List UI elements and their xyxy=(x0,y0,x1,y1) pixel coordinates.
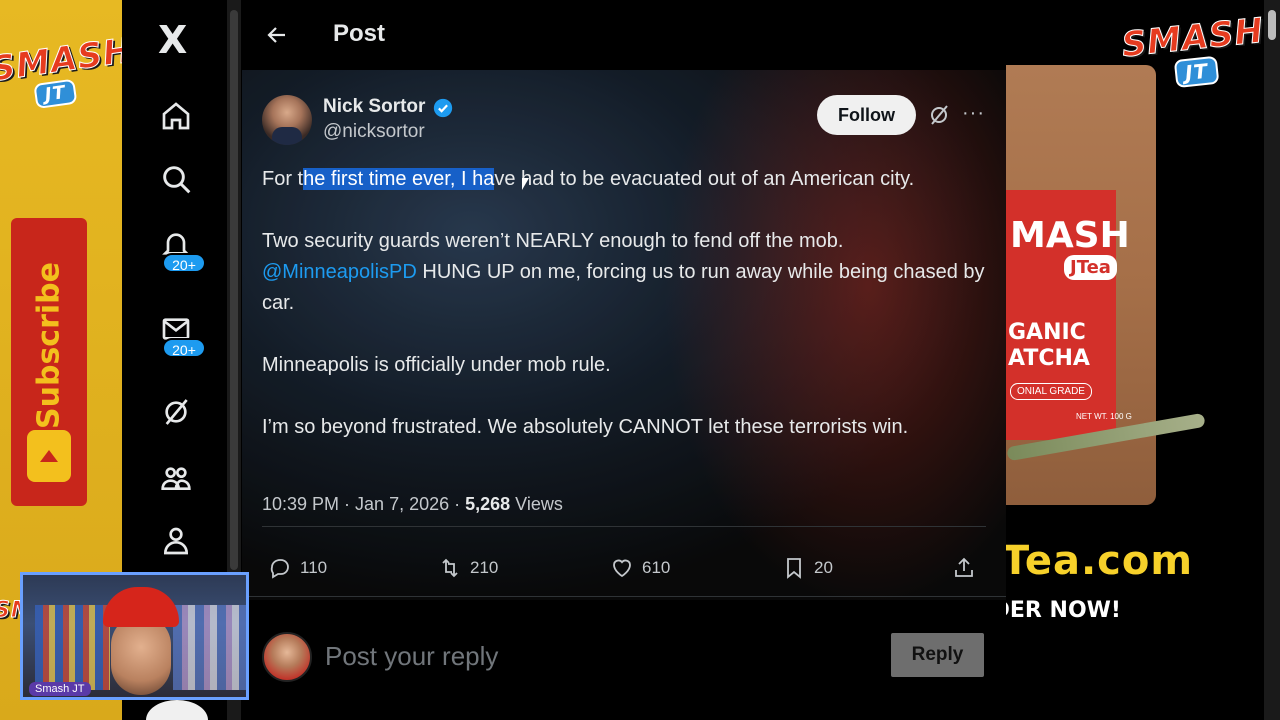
text-selection: he first time ever, I ha xyxy=(303,168,495,190)
repost-icon xyxy=(442,558,458,578)
verified-badge-icon xyxy=(433,98,453,118)
user-avatar[interactable] xyxy=(262,632,312,682)
ad-url: JTea.com xyxy=(1006,538,1194,584)
grok-icon[interactable] xyxy=(927,103,951,127)
arrow-left-icon xyxy=(267,27,285,43)
streamer-name-tag: Smash JT xyxy=(29,682,91,696)
notifications-badge: 20+ xyxy=(162,253,206,273)
tweet-card: Nick Sortor @nicksortor Follow ··· For t… xyxy=(242,78,1006,598)
webcam-background xyxy=(35,605,110,690)
tweet-paragraph: For the first time ever, I have had to b… xyxy=(262,168,915,190)
page-title: Post xyxy=(333,20,386,47)
author-avatar[interactable] xyxy=(262,95,312,145)
smash-jt-logo: SMASH JT xyxy=(0,30,122,114)
tweet-text: For the first time ever, I have had to b… xyxy=(262,164,992,474)
x-logo[interactable]: X xyxy=(158,18,187,62)
follow-button[interactable]: Follow xyxy=(817,95,916,135)
author-name[interactable]: Nick Sortor xyxy=(323,96,425,118)
streamer-hat xyxy=(103,587,179,627)
page-header: Post xyxy=(242,0,1006,70)
tweet-paragraph: I’m so beyond frustrated. We absolutely … xyxy=(262,416,909,438)
back-button[interactable] xyxy=(260,18,294,52)
main-column: Post Nick Sortor @nicksortor Follow ··· … xyxy=(242,0,1006,720)
repost-action[interactable]: 210 xyxy=(438,556,498,580)
like-action[interactable]: 610 xyxy=(610,556,670,580)
reply-action[interactable]: 110 xyxy=(268,556,327,580)
tweet-paragraph: Minneapolis is officially under mob rule… xyxy=(262,354,611,376)
mention-link[interactable]: @MinneapolisPD xyxy=(262,261,417,283)
nav-scrollbar-thumb[interactable] xyxy=(230,10,238,570)
comment-icon xyxy=(270,559,289,579)
communities-icon[interactable] xyxy=(156,458,196,498)
tweet-paragraph: Two security guards weren’t NEARLY enoug… xyxy=(262,230,985,314)
share-action[interactable] xyxy=(952,556,984,580)
right-stream-overlay: MASH JTea GANIC ATCHA ONIAL GRADE NET WT… xyxy=(1006,0,1280,720)
heart-icon xyxy=(613,559,631,578)
more-options-icon[interactable]: ··· xyxy=(962,102,984,126)
streamer-face xyxy=(111,615,171,695)
share-icon xyxy=(955,557,973,577)
reply-composer: Reply xyxy=(242,600,1006,720)
tweet-timestamp[interactable]: 10:39 PM · Jan 7, 2026 · 5,268 Views xyxy=(262,494,563,515)
page-scrollbar[interactable] xyxy=(1264,0,1280,720)
home-icon[interactable] xyxy=(156,96,196,136)
reply-button[interactable]: Reply xyxy=(891,633,984,677)
play-icon xyxy=(27,430,71,482)
views-count: 5,268 xyxy=(465,494,511,514)
divider xyxy=(262,526,986,527)
smash-jt-logo: SMASH JT xyxy=(1120,10,1269,94)
divider xyxy=(242,596,1006,597)
subscribe-label: Subscribe xyxy=(31,262,67,429)
bookmark-action[interactable]: 20 xyxy=(782,556,833,580)
reply-input[interactable] xyxy=(325,636,845,676)
ad-order-now: ORDER NOW! xyxy=(1006,598,1121,623)
webcam-feed: Smash JT xyxy=(20,572,249,700)
profile-icon[interactable] xyxy=(156,521,196,561)
subscribe-banner: Subscribe xyxy=(11,218,87,506)
page-scrollbar-thumb[interactable] xyxy=(1268,10,1276,40)
search-icon[interactable] xyxy=(156,159,196,199)
author-handle[interactable]: @nicksortor xyxy=(323,121,425,143)
grok-icon[interactable] xyxy=(156,392,196,432)
bookmark-icon xyxy=(787,558,801,579)
messages-badge: 20+ xyxy=(162,338,206,358)
webcam-background xyxy=(173,605,246,690)
